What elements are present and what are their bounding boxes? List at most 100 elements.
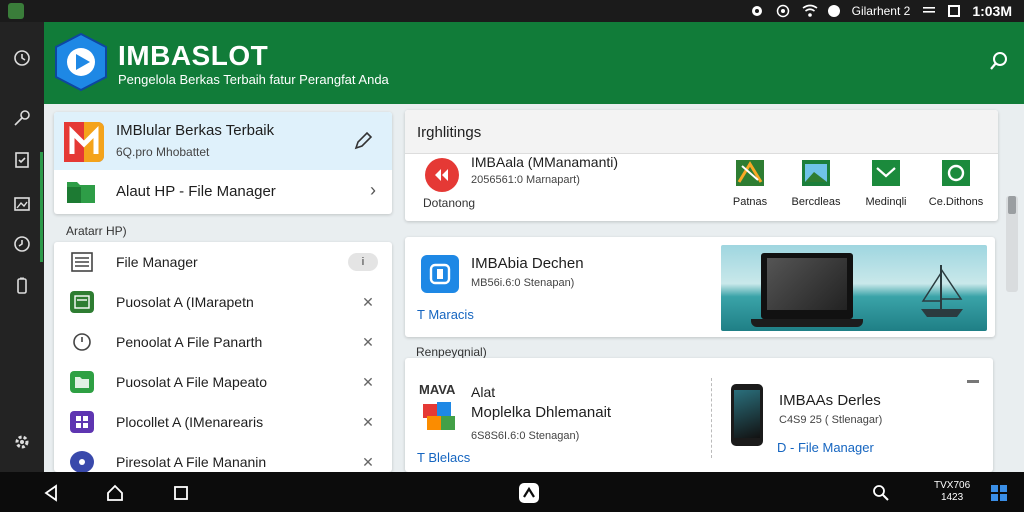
recommend-title: Moplelka Dhlemanait bbox=[471, 404, 612, 421]
close-icon[interactable]: ✕ bbox=[358, 454, 378, 471]
list-item[interactable]: Puosolat A File Mapeato ✕ bbox=[54, 362, 392, 402]
folder-icon bbox=[66, 178, 96, 204]
window-status-icon bbox=[948, 5, 961, 17]
map-icon bbox=[736, 160, 764, 186]
settings-status-icon bbox=[750, 4, 764, 18]
promo-app-icon bbox=[421, 255, 459, 293]
laptop-screen bbox=[767, 258, 847, 310]
scrollbar-thumb[interactable] bbox=[1008, 196, 1016, 214]
recents-icon[interactable] bbox=[172, 484, 190, 502]
document-check-icon[interactable] bbox=[12, 150, 32, 170]
divider bbox=[711, 378, 712, 458]
featured-card[interactable]: IMBlular Berkas Terbaik 6Q.pro Mhobattet… bbox=[54, 112, 392, 214]
list-icon bbox=[70, 451, 94, 472]
recommend-section-label: Renpeyqnial) bbox=[416, 345, 487, 359]
close-icon[interactable]: ✕ bbox=[358, 294, 378, 311]
image-icon[interactable] bbox=[12, 194, 32, 214]
search-icon[interactable] bbox=[988, 50, 1010, 72]
edit-icon[interactable] bbox=[352, 130, 374, 152]
key-icon[interactable] bbox=[12, 108, 32, 128]
recommend-right-subtitle: C4S9 25 ( Stlenagar) bbox=[779, 414, 883, 426]
assistant-icon[interactable] bbox=[518, 482, 540, 504]
mail-icon bbox=[872, 160, 900, 186]
list-item-label: Penoolat A File Panarth bbox=[116, 334, 263, 350]
list-icon bbox=[70, 291, 94, 313]
m-app-icon bbox=[64, 122, 104, 162]
list-item-badge[interactable]: i bbox=[348, 253, 378, 271]
puzzle-icon bbox=[421, 398, 459, 434]
list-icon bbox=[70, 371, 94, 393]
nav-time-line2: 1423 bbox=[940, 492, 964, 503]
highlight-item[interactable]: IMBAala (MManamanti) 2056561:0 Marnapart… bbox=[423, 154, 683, 220]
list-item-label: Plocollet A (IMenarearis bbox=[116, 414, 264, 430]
wifi-icon bbox=[802, 4, 818, 18]
highlights-header: Irghlitings bbox=[405, 110, 998, 154]
file-list: File Manager i Puosolat A (IMarapetn ✕ P… bbox=[54, 242, 392, 472]
minimize-icon[interactable] bbox=[967, 380, 979, 383]
navigation-rail bbox=[0, 22, 44, 472]
app-notification-icon bbox=[8, 3, 24, 19]
status-bar: Gilarhent 2 1:03M bbox=[0, 0, 1024, 22]
category-medinqli[interactable]: Medinqli bbox=[851, 160, 921, 220]
close-icon[interactable]: ✕ bbox=[358, 414, 378, 431]
list-icon bbox=[70, 251, 94, 273]
ship-image bbox=[911, 259, 971, 321]
recommend-right-link[interactable]: D - File Manager bbox=[777, 440, 874, 455]
category-label: Ce.Dithons bbox=[928, 196, 984, 208]
status-time: 1:03M bbox=[972, 3, 1012, 19]
highlights-card: Irghlitings IMBAala (MManamanti) 2056561… bbox=[405, 110, 998, 221]
chevron-right-icon: › bbox=[370, 180, 376, 200]
home-icon[interactable] bbox=[106, 484, 124, 502]
nav-time-line1: TVX706 bbox=[934, 480, 971, 491]
recent-icon[interactable] bbox=[12, 48, 32, 68]
highlight-item-title: IMBAala (MManamanti) bbox=[471, 154, 619, 170]
recommend-right-title: IMBAAs Derles bbox=[779, 392, 881, 409]
carrier-text: Gilarhent 2 bbox=[851, 4, 911, 18]
category-label: Bercdleas bbox=[791, 196, 841, 208]
featured-bottom-label: Alaut HP - File Manager bbox=[116, 183, 276, 200]
mava-logo-text: MAVA bbox=[419, 382, 456, 397]
category-patnas[interactable]: Patnas bbox=[715, 160, 785, 220]
recommend-link[interactable]: T Blelacs bbox=[417, 450, 470, 465]
close-icon[interactable]: ✕ bbox=[358, 334, 378, 351]
list-item[interactable]: Puosolat A (IMarapetn ✕ bbox=[54, 282, 392, 322]
left-section-label: Aratarr HP) bbox=[66, 224, 127, 238]
featured-top[interactable]: IMBlular Berkas Terbaik 6Q.pro Mhobattet bbox=[54, 112, 392, 170]
promo-card[interactable]: IMBAbia Dechen MB56i.6:0 Stenapan) T Mar… bbox=[405, 237, 995, 337]
list-item-label: Puosolat A (IMarapetn bbox=[116, 294, 254, 310]
back-icon[interactable] bbox=[42, 484, 60, 502]
list-item[interactable]: Plocollet A (IMenarearis ✕ bbox=[54, 402, 392, 442]
system-navigation-bar: TVX706 1423 bbox=[0, 472, 1024, 512]
clock-icon[interactable] bbox=[12, 234, 32, 254]
photo-icon bbox=[802, 160, 830, 186]
windows-icon[interactable] bbox=[990, 484, 1008, 502]
ring-icon bbox=[942, 160, 970, 186]
list-item[interactable]: Piresolat A File Mananin ✕ bbox=[54, 442, 392, 472]
promo-link[interactable]: T Maracis bbox=[417, 307, 474, 322]
category-cedithons[interactable]: Ce.Dithons bbox=[921, 160, 991, 220]
close-icon[interactable]: ✕ bbox=[358, 374, 378, 391]
promo-banner-image[interactable] bbox=[721, 245, 987, 331]
rail-active-indicator bbox=[40, 152, 43, 262]
list-icon bbox=[70, 331, 94, 353]
list-icon bbox=[70, 411, 94, 433]
recommend-card[interactable]: MAVA Alat Moplelka Dhlemanait 6S8S6I.6:0… bbox=[405, 358, 993, 472]
target-status-icon bbox=[776, 4, 790, 18]
laptop-base bbox=[751, 319, 863, 327]
featured-subtitle: 6Q.pro Mhobattet bbox=[116, 145, 210, 159]
highlight-item-subtitle: 2056561:0 Marnapart) bbox=[471, 174, 580, 186]
highlight-item-caption: Dotanong bbox=[423, 196, 476, 210]
recommend-subtitle: 6S8S6I.6:0 Stenagan) bbox=[471, 430, 580, 442]
app-subtitle: Pengelola Berkas Terbaih fatur Perangfat… bbox=[118, 72, 389, 87]
battery-icon[interactable] bbox=[12, 276, 32, 296]
list-item-label: File Manager bbox=[116, 254, 198, 270]
nav-search-icon[interactable] bbox=[872, 484, 890, 502]
list-item[interactable]: Penoolat A File Panarth ✕ bbox=[54, 322, 392, 362]
featured-bottom-row[interactable]: Alaut HP - File Manager › bbox=[54, 170, 392, 214]
category-label: Medinqli bbox=[865, 196, 907, 208]
category-label: Patnas bbox=[732, 196, 768, 208]
category-bercdleas[interactable]: Bercdleas bbox=[781, 160, 851, 220]
list-item[interactable]: File Manager i bbox=[54, 242, 392, 282]
settings-icon[interactable] bbox=[12, 432, 32, 452]
app-title: IMBASLOT bbox=[118, 40, 269, 71]
